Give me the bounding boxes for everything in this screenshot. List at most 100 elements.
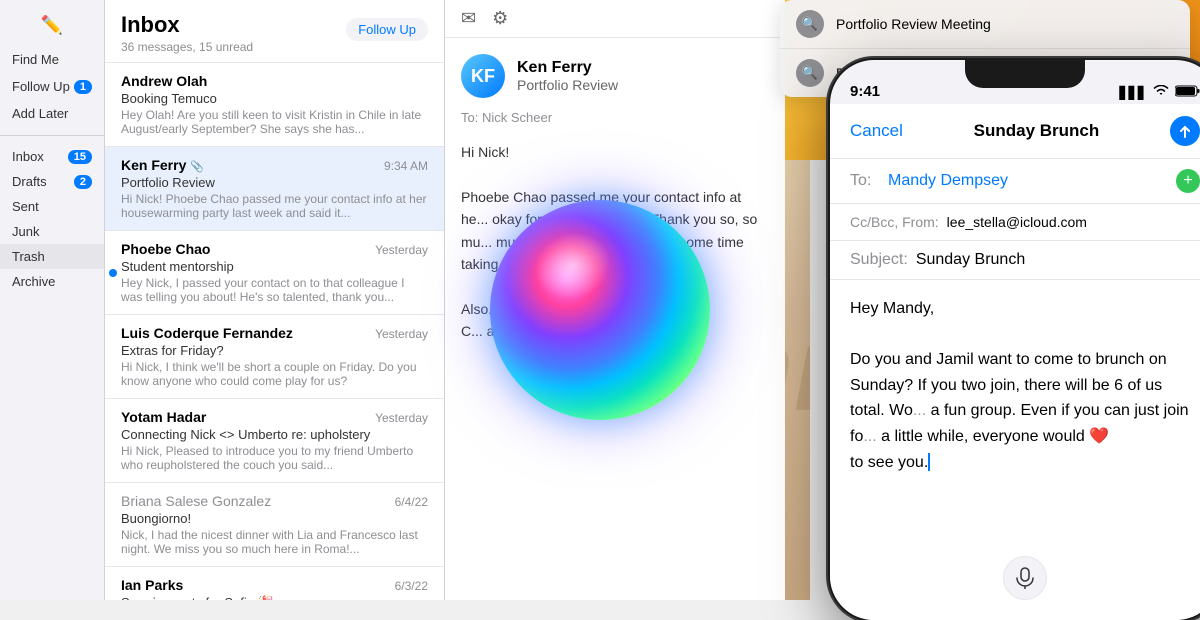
email-item-yotam-hadar[interactable]: Yesterday Yotam Hadar Connecting Nick <>… bbox=[105, 399, 444, 483]
sidebar-item-find-me[interactable]: Find Me bbox=[0, 46, 104, 73]
battery-icon bbox=[1175, 85, 1200, 100]
detail-sender-name: Ken Ferry bbox=[517, 59, 618, 77]
detail-to-field: To: Nick Scheer bbox=[461, 110, 769, 125]
sent-label: Sent bbox=[12, 199, 39, 214]
email-time: Yesterday bbox=[375, 243, 428, 257]
email-preview: Hi Nick, Pleased to introduce you to my … bbox=[121, 444, 428, 472]
signal-icon: ▋▋▋ bbox=[1119, 86, 1147, 100]
email-item-ken-ferry[interactable]: 9:34 AM Ken Ferry 📎 Portfolio Review Hi … bbox=[105, 147, 444, 231]
archive-label: Archive bbox=[12, 274, 55, 289]
cc-bcc-field[interactable]: Cc/Bcc, From: lee_stella@icloud.com bbox=[830, 204, 1200, 241]
junk-label: Junk bbox=[12, 224, 39, 239]
sidebar-item-drafts[interactable]: Drafts 2 bbox=[0, 169, 104, 194]
email-item-briana-gonzalez[interactable]: 6/4/22 Briana Salese Gonzalez Buongiorno… bbox=[105, 483, 444, 567]
avatar: KF bbox=[461, 54, 505, 98]
subject-value: Sunday Brunch bbox=[916, 251, 1025, 269]
email-item-andrew-olah[interactable]: Andrew Olah Booking Temuco Hey Olah! Are… bbox=[105, 63, 444, 147]
sidebar-mailboxes-section: Inbox 15 Drafts 2 Sent Junk Trash Archiv… bbox=[0, 135, 104, 294]
trash-label: Trash bbox=[12, 249, 45, 264]
email-subject: Connecting Nick <> Umberto re: upholster… bbox=[121, 427, 428, 442]
compose-area: Cancel Sunday Brunch To: Mandy Dempsey +… bbox=[830, 104, 1200, 620]
sender-row: KF Ken Ferry Portfolio Review bbox=[461, 54, 769, 98]
mail-sidebar: ✏️ Find Me Follow Up 1 Add Later Inbox 1… bbox=[0, 0, 105, 600]
email-subject: Buongiorno! bbox=[121, 511, 428, 526]
text-cursor bbox=[928, 453, 930, 471]
body-content: Do you and Jamil want to come to brunch … bbox=[850, 347, 1200, 475]
inbox-badge: 15 bbox=[68, 150, 92, 164]
to-label: To: bbox=[850, 172, 880, 190]
email-sender: Ian Parks bbox=[121, 577, 428, 593]
attachment-icon: 📎 bbox=[190, 161, 204, 173]
iphone-notch bbox=[965, 60, 1085, 88]
sidebar-item-trash[interactable]: Trash bbox=[0, 244, 104, 269]
email-subject: Portfolio Review bbox=[121, 175, 428, 190]
cc-bcc-label: Cc/Bcc, From: bbox=[850, 214, 939, 230]
iphone-frame: 9:41 ▋▋▋ Cancel Sunday Br bbox=[830, 60, 1200, 620]
to-value: Mandy Dempsey bbox=[888, 172, 1008, 190]
email-time: 6/4/22 bbox=[395, 495, 428, 509]
subject-field[interactable]: Subject: Sunday Brunch bbox=[830, 241, 1200, 280]
email-item-phoebe-chao[interactable]: Yesterday Phoebe Chao Student mentorship… bbox=[105, 231, 444, 315]
email-item-luis-fernandez[interactable]: Yesterday Luis Coderque Fernandez Extras… bbox=[105, 315, 444, 399]
email-preview: Hi Nick, I think we'll be short a couple… bbox=[121, 360, 428, 388]
status-time: 9:41 bbox=[850, 83, 880, 100]
sidebar-item-junk[interactable]: Junk bbox=[0, 219, 104, 244]
compose-title: Sunday Brunch bbox=[974, 121, 1100, 141]
envelope-icon[interactable]: ✉ bbox=[461, 8, 476, 29]
search-icon: 🔍 bbox=[796, 10, 824, 38]
compose-body-text: Hey Mandy, Do you and Jamil want to come… bbox=[850, 296, 1200, 475]
unread-indicator bbox=[109, 269, 117, 277]
search-icon: 🔍 bbox=[796, 59, 824, 87]
email-time: Yesterday bbox=[375, 327, 428, 341]
email-preview: Hey Nick, I passed your contact on to th… bbox=[121, 276, 428, 304]
email-item-ian-parks[interactable]: 6/3/22 Ian Parks Surprise party for Sofi… bbox=[105, 567, 444, 600]
follow-up-button[interactable]: Follow Up bbox=[346, 18, 428, 41]
body-greeting: Hey Mandy, bbox=[850, 296, 1200, 322]
sidebar-item-add-later[interactable]: Add Later bbox=[0, 100, 104, 127]
send-button[interactable] bbox=[1170, 116, 1200, 146]
email-subject: Surprise party for Sofia 🎉 bbox=[121, 595, 428, 600]
mail-list: Inbox 36 messages, 15 unread Follow Up A… bbox=[105, 0, 445, 600]
cc-bcc-value: lee_stella@icloud.com bbox=[947, 214, 1087, 230]
email-preview: Nick, I had the nicest dinner with Lia a… bbox=[121, 528, 428, 556]
detail-subject-label: Portfolio Review bbox=[517, 77, 618, 93]
follow-up-badge: 1 bbox=[74, 80, 92, 94]
subject-label: Subject: bbox=[850, 251, 908, 269]
ellipsis-2: ... bbox=[863, 428, 876, 445]
compose-header: Cancel Sunday Brunch bbox=[830, 104, 1200, 159]
compose-body[interactable]: Hey Mandy, Do you and Jamil want to come… bbox=[830, 280, 1200, 491]
drafts-label: Drafts bbox=[12, 174, 47, 189]
siri-sphere[interactable] bbox=[490, 200, 710, 420]
email-subject: Student mentorship bbox=[121, 259, 428, 274]
wifi-icon bbox=[1153, 85, 1169, 100]
sidebar-item-archive[interactable]: Archive bbox=[0, 269, 104, 294]
email-time: 9:34 AM bbox=[384, 159, 428, 173]
sidebar-item-inbox[interactable]: Inbox 15 bbox=[0, 144, 104, 169]
compose-icon[interactable]: ✏️ bbox=[41, 15, 63, 36]
email-subject: Extras for Friday? bbox=[121, 343, 428, 358]
search-item-portfolio-meeting[interactable]: 🔍 Portfolio Review Meeting bbox=[780, 0, 1190, 49]
inbox-subtitle: 36 messages, 15 unread bbox=[121, 40, 428, 54]
sender-info: Ken Ferry Portfolio Review bbox=[517, 59, 618, 93]
mail-list-header: Inbox 36 messages, 15 unread Follow Up bbox=[105, 0, 444, 63]
microphone-button[interactable] bbox=[1003, 556, 1047, 600]
sidebar-item-sent[interactable]: Sent bbox=[0, 194, 104, 219]
detail-toolbar: ✉ ⚙ bbox=[445, 0, 785, 38]
search-item-text: Portfolio Review Meeting bbox=[836, 16, 991, 32]
email-preview: Hi Nick! Phoebe Chao passed me your cont… bbox=[121, 192, 428, 220]
email-time: Yesterday bbox=[375, 411, 428, 425]
cancel-button[interactable]: Cancel bbox=[850, 121, 903, 141]
email-time: 6/3/22 bbox=[395, 579, 428, 593]
email-sender: Andrew Olah bbox=[121, 73, 428, 89]
ellipsis-1: ... bbox=[913, 402, 926, 419]
flag-icon[interactable]: ⚙ bbox=[492, 8, 508, 29]
email-subject: Booking Temuco bbox=[121, 91, 428, 106]
status-icons: ▋▋▋ bbox=[1119, 85, 1200, 100]
to-field[interactable]: To: Mandy Dempsey + bbox=[830, 159, 1200, 204]
sidebar-item-follow-up[interactable]: Follow Up 1 bbox=[0, 73, 104, 100]
body-paragraph-1: Hi Nick! bbox=[461, 141, 769, 163]
sidebar-top-icons: ✏️ bbox=[0, 0, 104, 46]
drafts-badge: 2 bbox=[74, 175, 92, 189]
add-recipient-button[interactable]: + bbox=[1176, 169, 1200, 193]
email-sender: Briana Salese Gonzalez bbox=[121, 493, 428, 509]
